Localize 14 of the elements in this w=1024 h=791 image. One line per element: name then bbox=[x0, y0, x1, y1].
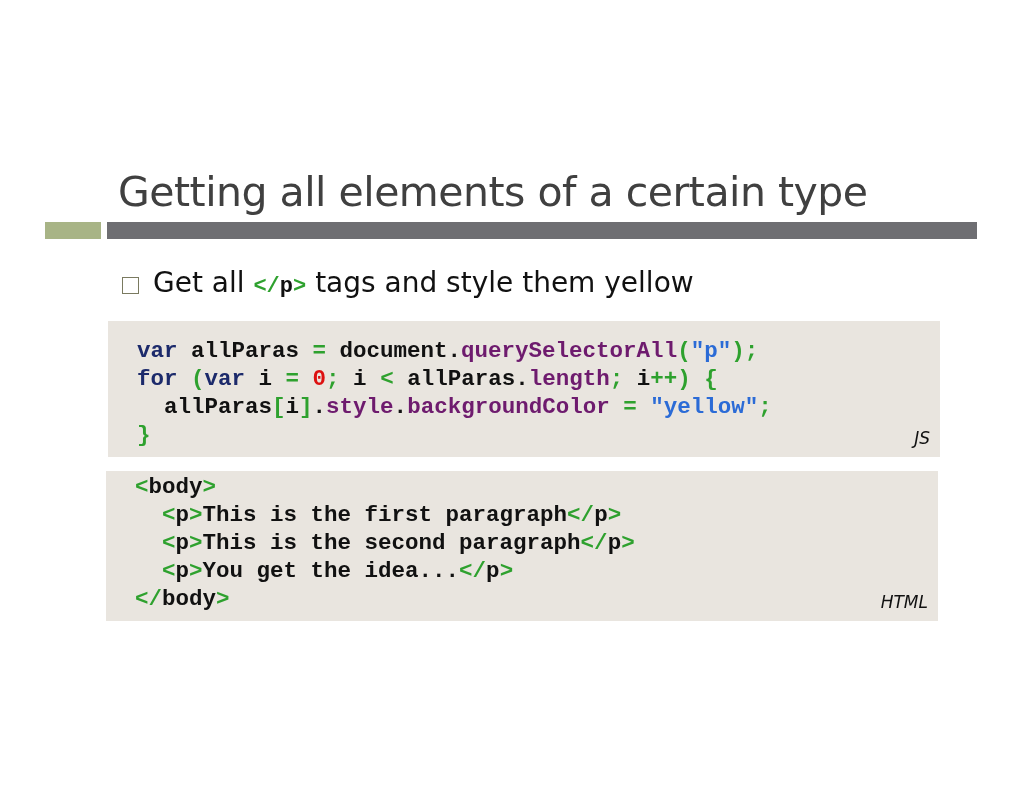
accent-bar bbox=[45, 222, 101, 239]
code-line: <body> bbox=[135, 473, 217, 501]
code-line: } bbox=[137, 421, 151, 449]
bullet-square-icon bbox=[122, 276, 139, 294]
code-line: <p>You get the idea...</p> bbox=[161, 557, 514, 585]
code-line: var allParas = document.querySelectorAll("p"); bbox=[137, 337, 759, 365]
language-label: HTML bbox=[880, 590, 928, 614]
code-line: allParas[i].style.backgroundColor = "yellow"; bbox=[163, 393, 772, 421]
code-line: </body> bbox=[135, 585, 230, 613]
code-line: <p>This is the second paragraph</p> bbox=[161, 529, 635, 557]
bullet-text: Get all </p> tags and style them yellow bbox=[153, 266, 694, 301]
code-line: <p>This is the first paragraph</p> bbox=[161, 501, 622, 529]
slide-title: Getting all elements of a certain type bbox=[118, 170, 869, 214]
code-line: for (var i = 0; i < allParas.length; i++) { bbox=[137, 365, 718, 393]
